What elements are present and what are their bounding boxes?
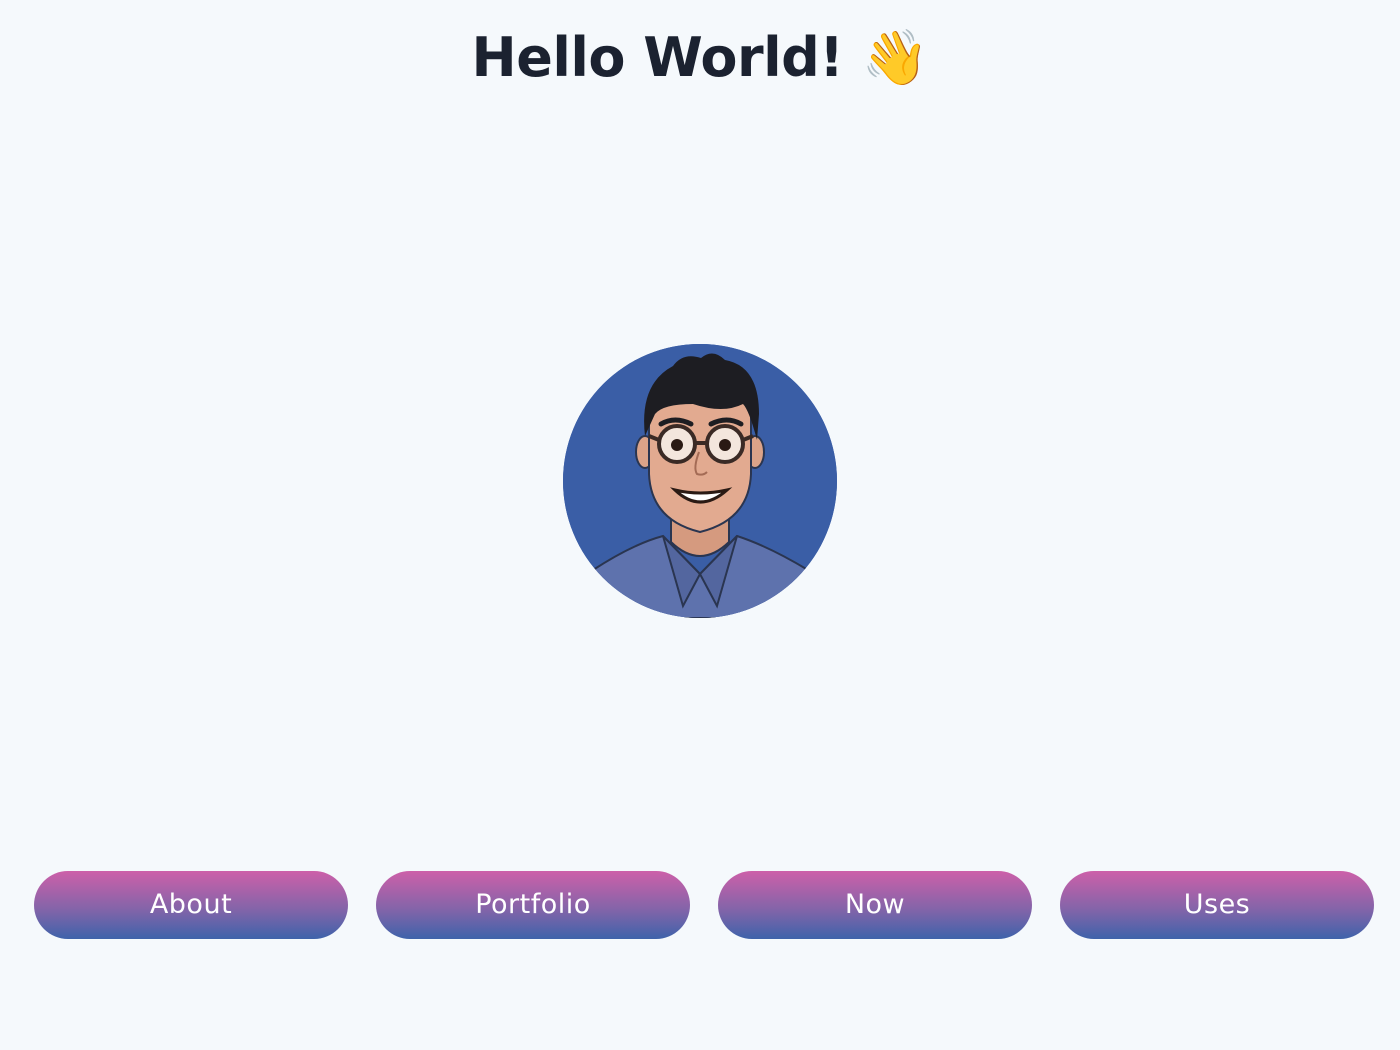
avatar-illustration-icon xyxy=(563,344,837,618)
portfolio-button[interactable]: Portfolio xyxy=(376,871,690,939)
page-title: Hello World! 👋 xyxy=(471,26,929,89)
about-button[interactable]: About xyxy=(34,871,348,939)
avatar xyxy=(563,344,837,618)
now-button[interactable]: Now xyxy=(718,871,1032,939)
main-navigation: About Portfolio Now Uses xyxy=(34,871,1374,939)
uses-button[interactable]: Uses xyxy=(1060,871,1374,939)
